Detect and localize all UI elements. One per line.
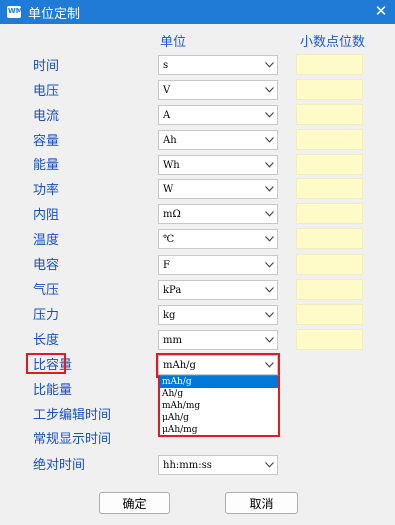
row-label: 时间 <box>33 59 60 74</box>
decimal-places-field[interactable] <box>296 228 363 249</box>
dropdown-option[interactable]: μAh/mg <box>160 424 278 436</box>
unit-select[interactable]: kPa <box>158 280 278 300</box>
chevron-down-icon <box>261 56 277 74</box>
unit-select[interactable]: hh:mm:ss <box>158 455 278 475</box>
chevron-down-icon <box>261 456 277 474</box>
unit-select-value: mm <box>163 334 182 346</box>
chevron-down-icon <box>261 331 277 349</box>
cancel-button[interactable]: 取消 <box>225 492 298 514</box>
decimal-places-field[interactable] <box>296 304 363 325</box>
row-label: 电容 <box>33 258 60 273</box>
unit-select-value: Wh <box>163 159 180 171</box>
chevron-down-icon <box>261 131 277 149</box>
unit-select-value: mΩ <box>163 208 181 220</box>
chevron-down-icon <box>261 106 277 124</box>
decimal-places-field[interactable] <box>296 254 363 275</box>
ok-button[interactable]: 确定 <box>99 492 170 514</box>
unit-select-value: Ah <box>163 134 177 146</box>
unit-select-value: A <box>163 109 171 121</box>
row-label: 气压 <box>33 283 60 298</box>
unit-select[interactable]: F <box>158 255 278 275</box>
unit-select[interactable]: A <box>158 105 278 125</box>
row-label: 绝对时间 <box>33 458 86 473</box>
dropdown-option[interactable]: mAh/g <box>160 376 278 388</box>
unit-select[interactable]: Wh <box>158 155 278 175</box>
highlight-label-box <box>26 353 66 374</box>
unit-select[interactable]: V <box>158 80 278 100</box>
unit-select[interactable]: s <box>158 55 278 75</box>
decimal-places-field[interactable] <box>296 279 363 300</box>
unit-select-value: F <box>163 259 170 271</box>
row-label: 压力 <box>33 308 60 323</box>
dropdown-option[interactable]: Ah/g <box>160 388 278 400</box>
dropdown-option[interactable]: μAh/g <box>160 412 278 424</box>
row-label: 电压 <box>33 84 60 99</box>
dropdown-option[interactable]: mAh/mg <box>160 400 278 412</box>
chevron-down-icon <box>261 356 277 374</box>
unit-select-value: W <box>163 183 174 195</box>
unit-select[interactable]: ℃ <box>158 229 278 249</box>
unit-select[interactable]: mΩ <box>158 204 278 224</box>
unit-dropdown-list: mAh/g Ah/g mAh/mg μAh/g μAh/mg <box>158 375 280 437</box>
unit-select[interactable]: Ah <box>158 130 278 150</box>
unit-select-value: V <box>163 84 171 96</box>
decimal-places-field[interactable] <box>296 203 363 224</box>
unit-select[interactable]: mm <box>158 330 278 350</box>
row-label: 长度 <box>33 333 60 348</box>
decimal-places-field[interactable] <box>296 329 363 350</box>
chevron-down-icon <box>261 281 277 299</box>
decimal-places-field[interactable] <box>296 104 363 125</box>
decimal-places-field[interactable] <box>296 79 363 100</box>
decimals-column-header: 小数点位数 <box>300 35 366 50</box>
chevron-down-icon <box>261 256 277 274</box>
close-icon[interactable]: ✕ <box>373 3 389 19</box>
row-label: 比能量 <box>33 383 73 398</box>
row-label: 功率 <box>33 183 60 198</box>
window-title: 单位定制 <box>28 6 81 22</box>
unit-select-value: kPa <box>163 284 182 296</box>
decimal-places-field[interactable] <box>296 154 363 175</box>
row-label: 工步编辑时间 <box>33 408 112 423</box>
row-label: 容量 <box>33 134 60 149</box>
unit-select-value: mAh/g <box>163 359 196 371</box>
chevron-down-icon <box>261 81 277 99</box>
unit-select[interactable]: kg <box>158 305 278 325</box>
app-icon <box>7 6 23 18</box>
row-label: 常规显示时间 <box>33 432 112 447</box>
unit-select-value: kg <box>163 309 176 321</box>
chevron-down-icon <box>261 230 277 248</box>
chevron-down-icon <box>261 205 277 223</box>
unit-select-value: ℃ <box>163 233 175 245</box>
chevron-down-icon <box>261 306 277 324</box>
decimal-places-field[interactable] <box>296 178 363 199</box>
row-label: 能量 <box>33 158 60 173</box>
unit-select[interactable]: W <box>158 179 278 199</box>
unit-select[interactable]: mAh/g <box>158 355 278 375</box>
unit-select-value: s <box>163 59 169 71</box>
chevron-down-icon <box>261 156 277 174</box>
row-label: 内阻 <box>33 208 60 223</box>
unit-select-value: hh:mm:ss <box>163 459 212 471</box>
decimal-places-field[interactable] <box>296 129 363 150</box>
row-label: 电流 <box>33 109 60 124</box>
title-bar: 单位定制 ✕ <box>0 0 395 24</box>
row-label: 温度 <box>33 233 60 248</box>
chevron-down-icon <box>261 180 277 198</box>
unit-column-header: 单位 <box>160 35 187 50</box>
decimal-places-field[interactable] <box>296 54 363 75</box>
